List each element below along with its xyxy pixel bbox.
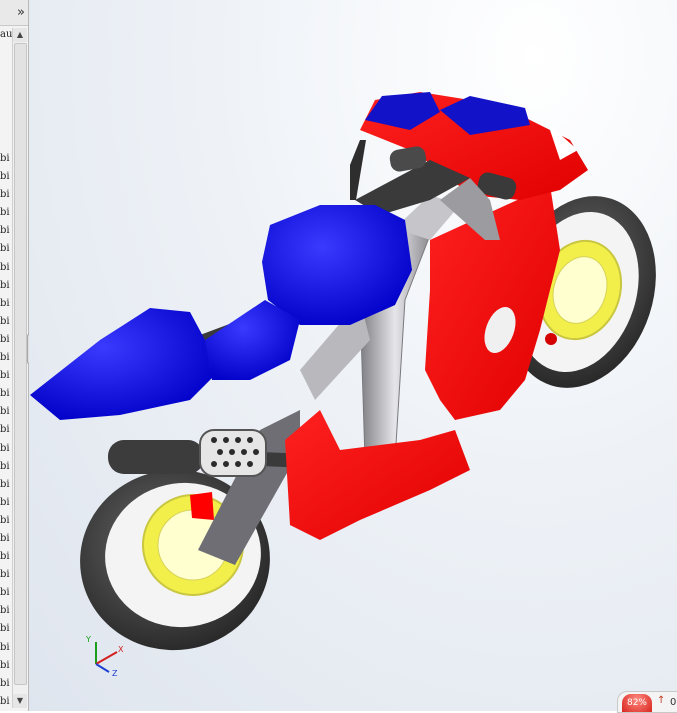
- tree-item[interactable]: bi: [0, 476, 12, 494]
- tree-item[interactable]: bi: [0, 277, 12, 295]
- tail-section: [30, 308, 212, 420]
- triad-y-label: Y: [85, 635, 91, 644]
- axis-triad-icon: Y X Z: [85, 635, 124, 677]
- motorcycle-model: [30, 92, 656, 651]
- status-value: 0: [670, 697, 677, 708]
- graphics-viewport[interactable]: Y X Z: [29, 0, 677, 711]
- tree-item[interactable]: bi: [0, 602, 12, 620]
- tree-item[interactable]: bi: [0, 548, 12, 566]
- scroll-thumb[interactable]: [14, 43, 27, 685]
- tree-item[interactable]: bi: [0, 186, 12, 204]
- arrow-up-icon: ↑: [657, 695, 666, 706]
- tree-item[interactable]: bi: [0, 566, 12, 584]
- tree-scrollbar[interactable]: ▲ ▼: [12, 28, 27, 708]
- tree-item[interactable]: bi: [0, 584, 12, 602]
- tree-item[interactable]: bi: [0, 259, 12, 277]
- tree-item-list: bi bi bi bi bi bi bi bi bi bi bi bi bi bi bi bi bi bi bi bi…: [0, 150, 12, 711]
- muffler: [108, 440, 204, 474]
- feature-tree-panel: » au bi bi bi bi bi bi bi bi bi bi bi bi bi bi bi bi bi b…: [0, 0, 29, 711]
- expand-panel-button[interactable]: »: [0, 0, 28, 26]
- tree-item[interactable]: bi: [0, 458, 12, 476]
- status-widget[interactable]: 82% ↑ 0: [617, 691, 677, 713]
- tree-item[interactable]: bi: [0, 331, 12, 349]
- tree-item[interactable]: bi: [0, 440, 12, 458]
- tree-item[interactable]: bi: [0, 512, 12, 530]
- triad-z-label: Z: [112, 669, 118, 677]
- tree-item[interactable]: bi: [0, 367, 12, 385]
- tree-item[interactable]: bi: [0, 150, 12, 168]
- fuel-tank: [262, 205, 412, 325]
- tree-item[interactable]: bi: [0, 620, 12, 638]
- zoom-badge[interactable]: 82%: [622, 694, 652, 712]
- tree-item[interactable]: bi: [0, 240, 12, 258]
- tree-item[interactable]: bi: [0, 530, 12, 548]
- tree-item[interactable]: bi: [0, 494, 12, 512]
- tree-item[interactable]: bi: [0, 313, 12, 331]
- triad-x-label: X: [118, 645, 124, 654]
- tree-header-label: au: [0, 29, 13, 40]
- tree-item[interactable]: bi: [0, 675, 12, 693]
- tree-item[interactable]: bi: [0, 639, 12, 657]
- tree-item[interactable]: bi: [0, 421, 12, 439]
- tree-item[interactable]: bi: [0, 222, 12, 240]
- mirror-stem: [350, 140, 366, 200]
- tree-item[interactable]: bi: [0, 204, 12, 222]
- scroll-down-icon[interactable]: ▼: [13, 694, 27, 708]
- tree-item[interactable]: bi: [0, 403, 12, 421]
- seat-cowl: [205, 300, 300, 380]
- scroll-up-icon[interactable]: ▲: [13, 28, 27, 42]
- tree-item[interactable]: bi: [0, 657, 12, 675]
- tree-item[interactable]: bi: [0, 385, 12, 403]
- tree-item[interactable]: bi: [0, 168, 12, 186]
- tree-item[interactable]: bi: [0, 693, 12, 711]
- tree-item[interactable]: bi: [0, 295, 12, 313]
- tree-item[interactable]: bi: [0, 349, 12, 367]
